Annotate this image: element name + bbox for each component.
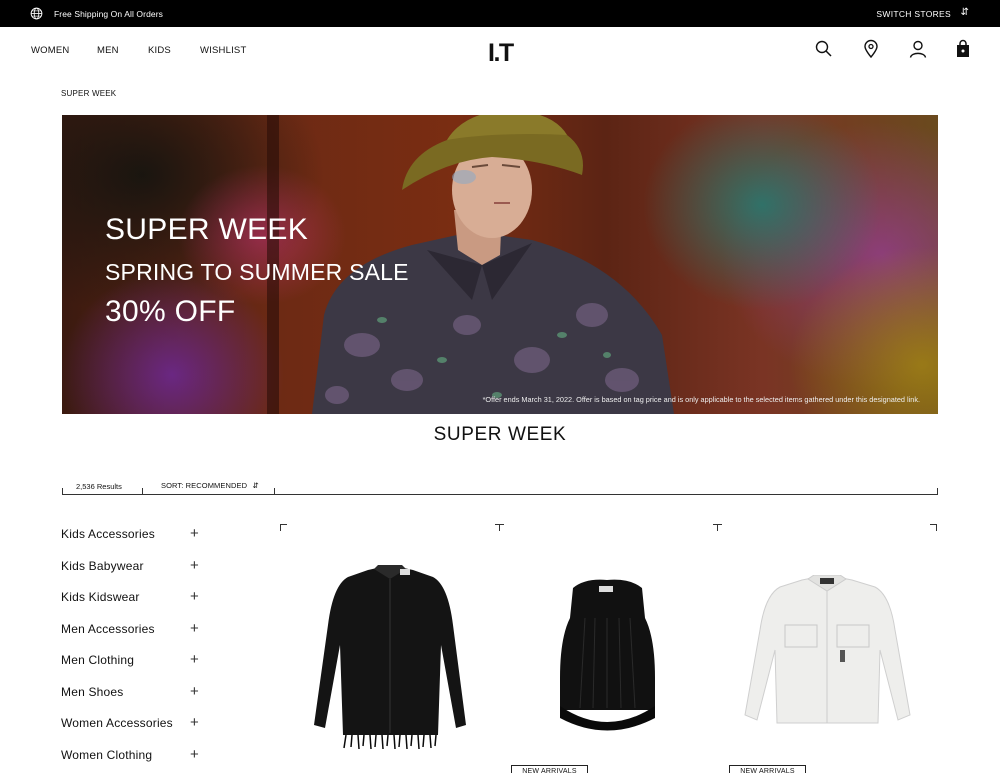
category-label: Women Clothing xyxy=(61,747,153,762)
plus-icon[interactable]: + xyxy=(190,714,199,731)
results-toolbar: 2,536 Results SORT: RECOMMENDED ⇵ xyxy=(62,478,938,495)
sort-label: SORT: RECOMMENDED xyxy=(161,481,248,490)
category-women-clothing[interactable]: Women Clothing + xyxy=(61,741,201,773)
plus-icon[interactable]: + xyxy=(190,683,199,700)
category-label: Kids Accessories xyxy=(61,527,155,541)
user-icon[interactable] xyxy=(908,39,928,59)
breadcrumb[interactable]: SUPER WEEK xyxy=(61,89,116,98)
nav-women[interactable]: WOMEN xyxy=(31,45,69,56)
category-filter-sidebar: Kids Accessories + Kids Babywear + Kids … xyxy=(61,520,201,772)
site-logo[interactable]: I.T xyxy=(488,39,514,68)
page-title: SUPER WEEK xyxy=(433,424,567,445)
plus-icon[interactable]: + xyxy=(190,588,199,605)
category-label: Men Clothing xyxy=(61,653,135,667)
category-label: Kids Kidswear xyxy=(61,590,140,604)
sort-dropdown[interactable]: SORT: RECOMMENDED ⇵ xyxy=(161,481,259,490)
hero-title: SUPER WEEK xyxy=(105,213,309,246)
new-arrivals-badge: NEW ARRIVALS xyxy=(511,765,588,773)
nav-wishlist[interactable]: WISHLIST xyxy=(200,45,246,56)
plus-icon[interactable]: + xyxy=(190,620,199,637)
category-kids-accessories[interactable]: Kids Accessories + xyxy=(61,520,201,552)
category-men-clothing[interactable]: Men Clothing + xyxy=(61,646,201,678)
grid-corner-mark xyxy=(495,524,504,531)
site-header: WOMEN MEN KIDS WISHLIST I.T xyxy=(0,27,1000,75)
search-icon[interactable] xyxy=(814,39,834,59)
category-label: Men Accessories xyxy=(61,621,155,636)
sort-arrows-icon: ⇵ xyxy=(252,481,259,490)
announcement-bar: Free Shipping On All Orders SWITCH STORE… xyxy=(0,0,1000,27)
grid-corner-mark xyxy=(930,524,937,531)
nav-kids[interactable]: KIDS xyxy=(148,45,171,56)
category-kids-babywear[interactable]: Kids Babywear + xyxy=(61,552,201,584)
nav-men[interactable]: MEN xyxy=(97,45,119,56)
grid-corner-mark xyxy=(713,524,722,531)
hero-disclaimer: *Offer ends March 31, 2022. Offer is bas… xyxy=(482,395,920,404)
globe-icon xyxy=(30,7,43,20)
category-label: Women Accessories xyxy=(61,716,173,730)
category-women-accessories[interactable]: Women Accessories + xyxy=(61,709,201,741)
category-kids-kidswear[interactable]: Kids Kidswear + xyxy=(61,583,201,615)
switch-stores-link[interactable]: SWITCH STORES xyxy=(876,9,951,19)
shipping-message: Free Shipping On All Orders xyxy=(54,9,163,19)
new-arrivals-badge: NEW ARRIVALS xyxy=(729,765,806,773)
product-image-white-overshirt[interactable] xyxy=(740,575,915,730)
grid-corner-mark xyxy=(280,524,287,531)
hero-discount: 30% OFF xyxy=(105,295,236,328)
plus-icon[interactable]: + xyxy=(190,525,199,542)
bag-icon[interactable] xyxy=(953,39,973,59)
hero-banner[interactable]: SUPER WEEK SPRING TO SUMMER SALE 30% OFF… xyxy=(62,115,938,414)
category-label: Kids Babywear xyxy=(61,558,144,573)
location-pin-icon[interactable] xyxy=(861,39,881,59)
plus-icon[interactable]: + xyxy=(190,557,199,574)
plus-icon[interactable]: + xyxy=(190,651,199,668)
results-count: 2,536 Results xyxy=(76,482,122,491)
product-image-black-fringe-shirt[interactable] xyxy=(308,565,473,750)
plus-icon[interactable]: + xyxy=(190,746,199,763)
category-men-accessories[interactable]: Men Accessories + xyxy=(61,615,201,647)
category-label: Men Shoes xyxy=(61,684,124,699)
product-image-black-sleeveless-top[interactable] xyxy=(555,578,660,738)
swap-arrows-icon[interactable]: ⇵ xyxy=(961,7,969,18)
hero-subtitle: SPRING TO SUMMER SALE xyxy=(105,259,409,285)
category-men-shoes[interactable]: Men Shoes + xyxy=(61,678,201,710)
